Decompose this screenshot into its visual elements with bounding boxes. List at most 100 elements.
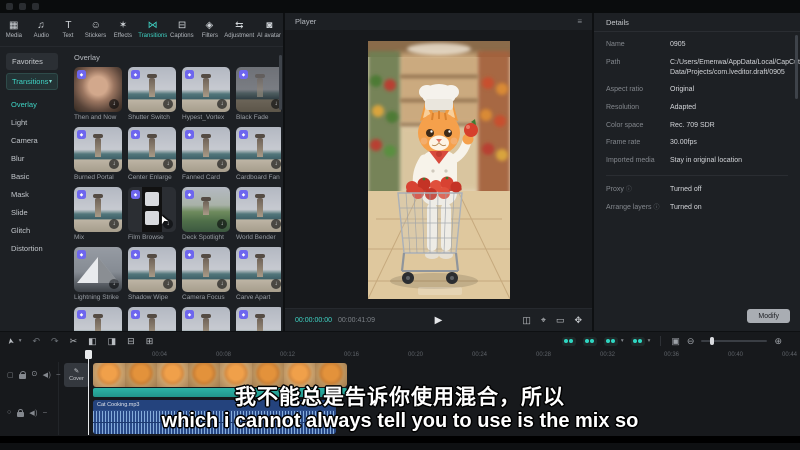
tab-filters[interactable]: ◈Filters xyxy=(196,13,223,46)
zoom-slider-thumb[interactable] xyxy=(710,337,714,345)
detail-row-frame-rate: Frame rate30.00fps xyxy=(606,138,788,148)
transition-card[interactable]: ◆↓Hypest_Vortex xyxy=(182,67,233,121)
tab-ai-avatar[interactable]: ◙AI avatar xyxy=(256,13,283,46)
sidebar-item-overlay[interactable]: Overlay xyxy=(0,95,64,113)
download-icon[interactable]: ↓ xyxy=(109,99,119,109)
timeline-zoom-slider[interactable] xyxy=(701,340,767,342)
download-icon[interactable]: ↓ xyxy=(217,219,227,229)
zoom-out-button[interactable]: ⊖ xyxy=(687,336,695,347)
transition-card[interactable]: ◆↓Shutter Switch xyxy=(128,67,179,121)
undo-button[interactable]: ↶ xyxy=(32,336,40,346)
detail-row-color-space: Color spaceRec. 709 SDR xyxy=(606,121,788,131)
timeline-ruler[interactable]: 00:04 00:08 00:12 00:16 00:20 00:24 00:2… xyxy=(58,350,800,362)
delete-right-button[interactable]: ◨ xyxy=(108,336,117,346)
track-frame-icon[interactable]: ▢ xyxy=(7,371,14,379)
transition-card[interactable]: ◆ xyxy=(74,307,125,331)
sidebar-item-slide[interactable]: Slide xyxy=(0,203,64,221)
linking-toggle[interactable] xyxy=(604,337,618,346)
download-icon[interactable]: ↓ xyxy=(271,219,281,229)
player-menu-icon[interactable]: ≡ xyxy=(577,17,582,26)
select-tool-caret[interactable]: ▾ xyxy=(19,336,22,346)
download-icon[interactable]: ↓ xyxy=(109,219,119,229)
download-icon[interactable]: ↓ xyxy=(217,279,227,289)
magnetic-snap-toggle[interactable] xyxy=(562,337,576,346)
transition-card[interactable]: ◆↓Lightning Strike xyxy=(74,247,125,301)
transition-card[interactable]: ◆ xyxy=(128,307,179,331)
download-icon[interactable]: ↓ xyxy=(271,279,281,289)
keyframe-toggle[interactable] xyxy=(631,337,645,346)
focus-frame-icon[interactable]: ⌖ xyxy=(541,315,546,326)
timeline-toolbar: ➤ ▾ ↶ ↷ ✂ ◧ ◨ ⊟ ⊞ ▾ ▾ ▣ ⊖ ⊕ xyxy=(0,332,800,350)
download-icon[interactable]: ↓ xyxy=(109,279,119,289)
select-tool-button[interactable]: ➤ xyxy=(6,337,17,345)
sidebar-item-light[interactable]: Light xyxy=(0,113,64,131)
transition-card[interactable]: ◆ xyxy=(236,307,281,331)
transition-card[interactable]: ◆↓World Bender xyxy=(236,187,281,241)
speaker-icon[interactable]: ◀ xyxy=(43,371,51,379)
redo-button[interactable]: ↷ xyxy=(51,336,59,346)
sidebar-item-blur[interactable]: Blur xyxy=(0,149,64,167)
sidebar-item-distortion[interactable]: Distortion xyxy=(0,239,64,257)
aspect-ratio-icon[interactable]: ▭ xyxy=(556,315,565,326)
transition-card[interactable]: ◆↓Deck Spotlight xyxy=(182,187,233,241)
delete-button[interactable]: ⊟ xyxy=(127,336,135,346)
info-icon[interactable]: ⓘ xyxy=(626,187,632,193)
download-icon[interactable]: ↓ xyxy=(163,279,173,289)
grid-scrollbar[interactable] xyxy=(279,55,282,110)
sidebar-item-mask[interactable]: Mask xyxy=(0,185,64,203)
sidebar-item-camera[interactable]: Camera xyxy=(0,131,64,149)
mirror-button[interactable]: ⊞ xyxy=(146,336,154,346)
tab-media[interactable]: ▦Media xyxy=(0,13,27,46)
transition-card[interactable]: ◆ xyxy=(182,307,233,331)
sidebar-item-basic[interactable]: Basic xyxy=(0,167,64,185)
transition-card[interactable]: ◆↓Then and Now xyxy=(74,67,125,121)
tab-captions[interactable]: ⊟Captions xyxy=(168,13,195,46)
tab-audio[interactable]: ♫Audio xyxy=(27,13,54,46)
transition-name: Carve Apart xyxy=(236,294,281,301)
transition-card-hovered[interactable]: ◆↓➤Film Browse xyxy=(128,187,179,241)
tab-transitions[interactable]: ⋈Transitions xyxy=(137,13,169,46)
transition-card[interactable]: ◆↓Cardboard Fan xyxy=(236,127,281,181)
preview-frames-button[interactable]: ▣ xyxy=(671,336,680,347)
download-icon[interactable]: ↓ xyxy=(163,99,173,109)
tab-effects[interactable]: ✶Effects xyxy=(109,13,136,46)
transition-card[interactable]: ◆↓Shadow Wipe xyxy=(128,247,179,301)
auto-ripple-toggle[interactable] xyxy=(583,337,597,346)
modify-button[interactable]: Modify xyxy=(747,309,790,323)
vip-badge-icon: ◆ xyxy=(239,130,248,139)
download-icon[interactable]: ↓ xyxy=(271,159,281,169)
tab-text[interactable]: TText xyxy=(55,13,82,46)
linking-caret[interactable]: ▾ xyxy=(621,338,624,344)
details-scrollbar[interactable] xyxy=(795,35,798,99)
tab-adjustment[interactable]: ⇆Adjustment xyxy=(223,13,256,46)
fullscreen-icon[interactable]: ✥ xyxy=(574,315,582,326)
download-icon[interactable]: ↓ xyxy=(163,159,173,169)
download-icon[interactable]: ↓ xyxy=(217,159,227,169)
tab-stickers[interactable]: ☺Stickers xyxy=(82,13,109,46)
video-preview[interactable] xyxy=(285,30,592,309)
transition-card[interactable]: ◆↓Mix xyxy=(74,187,125,241)
split-button[interactable]: ✂ xyxy=(70,336,78,346)
playhead-handle[interactable] xyxy=(85,350,92,359)
lock-icon[interactable] xyxy=(19,374,26,379)
keyframe-caret[interactable]: ▾ xyxy=(648,338,651,344)
detail-row-path: PathC:/Users/Emenwa/AppData/Local/CapCut… xyxy=(606,58,788,78)
sidebar-item-glitch[interactable]: Glitch xyxy=(0,221,64,239)
transition-card[interactable]: ◆↓Camera Focus xyxy=(182,247,233,301)
download-icon[interactable]: ↓ xyxy=(109,159,119,169)
transition-card[interactable]: ◆↓Fanned Card xyxy=(182,127,233,181)
collapse-icon[interactable]: – xyxy=(56,371,60,378)
delete-left-button[interactable]: ◧ xyxy=(88,336,97,346)
transition-card[interactable]: ◆↓Burned Portal xyxy=(74,127,125,181)
zoom-in-button[interactable]: ⊕ xyxy=(774,336,782,347)
info-icon[interactable]: ⓘ xyxy=(654,205,660,211)
mirror-preview-icon[interactable]: ◫ xyxy=(522,315,531,326)
play-button[interactable]: ▶ xyxy=(435,315,443,326)
sidebar-category-transitions[interactable]: Transitions▾ xyxy=(6,73,58,90)
eye-icon[interactable]: ʘ xyxy=(32,371,37,378)
transition-card[interactable]: ◆↓Center Enlarge xyxy=(128,127,179,181)
transition-card[interactable]: ◆↓Black Fade xyxy=(236,67,281,121)
sidebar-item-favorites[interactable]: Favorites xyxy=(6,53,58,70)
download-icon[interactable]: ↓ xyxy=(217,99,227,109)
transition-card[interactable]: ◆↓Carve Apart xyxy=(236,247,281,301)
